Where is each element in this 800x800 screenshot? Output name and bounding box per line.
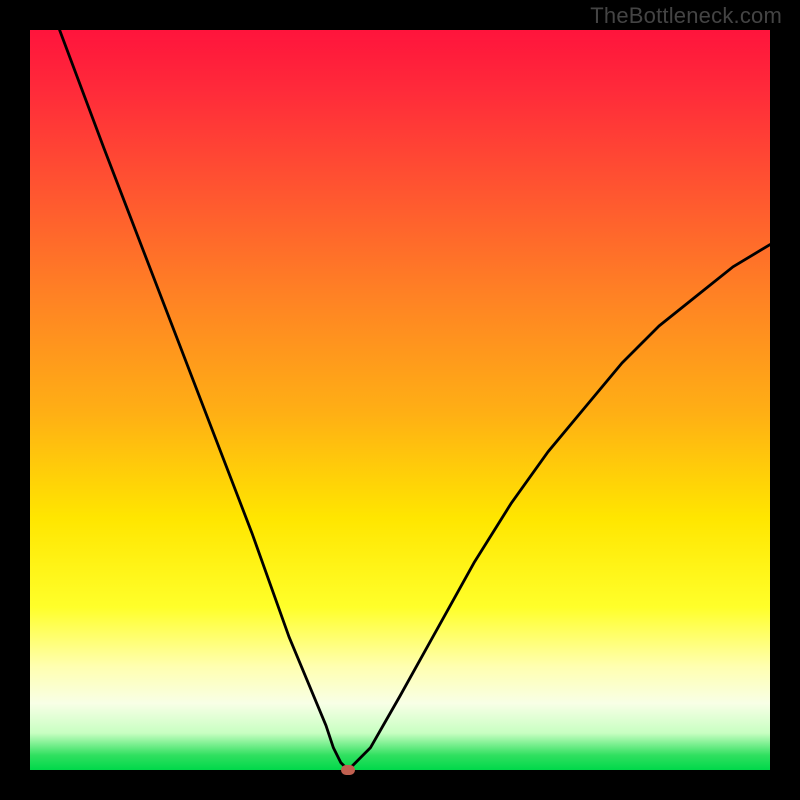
plot-area (30, 30, 770, 770)
watermark-text: TheBottleneck.com (590, 3, 782, 29)
chart-curve-svg (30, 30, 770, 770)
optimal-point-marker (341, 765, 355, 775)
bottleneck-curve (60, 30, 770, 770)
